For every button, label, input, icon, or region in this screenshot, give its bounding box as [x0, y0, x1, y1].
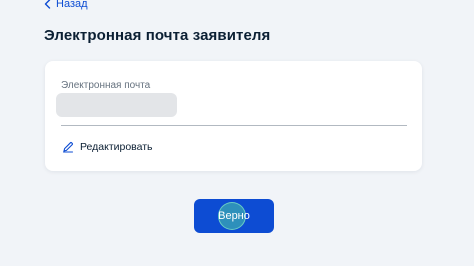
confirm-button-label: Верно	[218, 210, 250, 222]
email-field-label: Электронная почта	[61, 80, 151, 91]
back-link[interactable]: Назад	[44, 0, 88, 12]
chevron-left-icon	[44, 0, 51, 9]
email-field-underline	[61, 125, 407, 126]
email-card: Электронная почта Редактировать	[45, 61, 422, 171]
edit-link-label: Редактировать	[80, 141, 153, 153]
pencil-icon	[62, 141, 74, 153]
email-value-redacted	[56, 93, 177, 117]
confirm-button[interactable]: Верно	[194, 199, 274, 233]
edit-email-link[interactable]: Редактировать	[62, 141, 153, 153]
back-link-label: Назад	[56, 0, 88, 10]
page-title: Электронная почта заявителя	[44, 27, 271, 44]
